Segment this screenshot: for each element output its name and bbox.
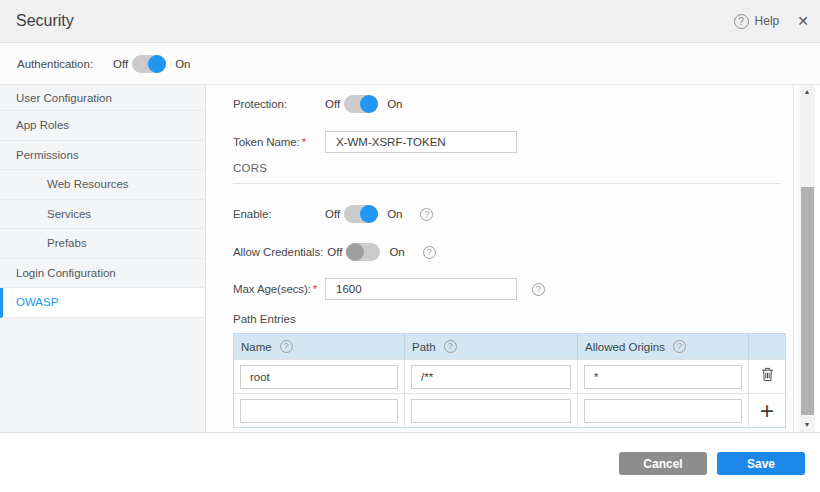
- sidebar-item-app-roles[interactable]: App Roles: [0, 111, 205, 141]
- max-age-input[interactable]: [325, 278, 517, 300]
- allow-credentials-label: Allow Credentials:: [233, 246, 327, 258]
- enable-off-label: Off: [325, 208, 340, 220]
- cors-divider: [233, 183, 781, 184]
- cell-path: [405, 360, 578, 393]
- cell-name: [234, 394, 405, 427]
- cell-path: [405, 394, 578, 427]
- sidebar-item-login-configuration[interactable]: Login Configuration: [0, 259, 205, 289]
- path-entries-table: Name? Path? Allowed Origins? +: [233, 333, 786, 428]
- help-icon[interactable]: ?: [734, 14, 749, 29]
- max-age-row: Max Age(secs):* ?: [233, 278, 545, 300]
- cell-allowed_origins: [578, 360, 749, 393]
- authentication-on-label: On: [175, 58, 190, 70]
- sidebar-item-permissions[interactable]: Permissions: [0, 141, 205, 171]
- enable-help-icon[interactable]: ?: [420, 208, 433, 221]
- sidebar-item-services[interactable]: Services: [0, 200, 205, 230]
- protection-on-label: On: [387, 98, 402, 110]
- scrollbar-track[interactable]: ▲ ▼: [799, 85, 815, 432]
- allow-credentials-off-label: Off: [327, 246, 342, 258]
- name-cell-input[interactable]: [240, 399, 398, 423]
- cell-actions: [749, 360, 785, 393]
- table-row: +: [234, 393, 785, 427]
- authentication-row: Authentication: Off On: [0, 43, 820, 85]
- table-header-actions: [749, 334, 785, 359]
- token-name-label: Token Name:*: [233, 136, 325, 148]
- max-age-help-icon[interactable]: ?: [532, 283, 545, 296]
- allow-credentials-on-label: On: [389, 246, 404, 258]
- dialog-footer: Cancel Save: [0, 432, 820, 492]
- cell-allowed_origins: [578, 394, 749, 427]
- sidebar-item-web-resources[interactable]: Web Resources: [0, 170, 205, 200]
- cell-name: [234, 360, 405, 393]
- protection-label: Protection:: [233, 98, 325, 110]
- cors-enable-row: Enable: Off On ?: [233, 205, 433, 223]
- sidebar-item-owasp[interactable]: OWASP: [0, 288, 205, 318]
- security-dialog: Security ? Help ✕ Authentication: Off On…: [0, 0, 820, 492]
- scroll-up-icon[interactable]: ▲: [799, 85, 815, 99]
- name-cell-input[interactable]: [240, 365, 398, 389]
- max-age-label: Max Age(secs):*: [233, 283, 325, 295]
- path-help-icon[interactable]: ?: [444, 340, 457, 353]
- scrollbar-thumb[interactable]: [801, 187, 814, 415]
- enable-label: Enable:: [233, 208, 325, 220]
- path-entries-label: Path Entries: [233, 313, 296, 325]
- page-title: Security: [16, 12, 74, 30]
- protection-toggle[interactable]: [344, 95, 378, 113]
- name-help-icon[interactable]: ?: [280, 340, 293, 353]
- path-cell-input[interactable]: [411, 365, 571, 389]
- add-row-button[interactable]: +: [760, 399, 774, 423]
- allowed-origins-help-icon[interactable]: ?: [673, 340, 686, 353]
- enable-toggle[interactable]: [344, 205, 378, 223]
- allow-credentials-toggle[interactable]: [346, 243, 380, 261]
- authentication-toggle[interactable]: [132, 55, 166, 73]
- authentication-label: Authentication:: [17, 58, 113, 70]
- allowed_origins-cell-input[interactable]: [584, 365, 742, 389]
- sidebar-item-prefabs[interactable]: Prefabs: [0, 229, 205, 259]
- content-panel: Protection: Off On Token Name:* CORS Ena…: [206, 85, 794, 432]
- token-name-row: Token Name:*: [233, 131, 517, 153]
- table-row: [234, 359, 785, 393]
- close-icon[interactable]: ✕: [797, 14, 809, 28]
- required-asterisk: *: [313, 283, 317, 295]
- table-header-name: Name?: [234, 334, 405, 359]
- protection-row: Protection: Off On: [233, 95, 402, 113]
- trash-icon: [761, 367, 774, 382]
- enable-on-label: On: [387, 208, 402, 220]
- protection-off-label: Off: [325, 98, 340, 110]
- save-button[interactable]: Save: [717, 452, 805, 475]
- scrollbar-zone: ▲ ▼: [794, 85, 820, 432]
- token-name-input[interactable]: [325, 131, 517, 153]
- cell-actions: +: [749, 394, 785, 427]
- cors-section-title: CORS: [233, 162, 267, 174]
- allow-credentials-help-icon[interactable]: ?: [423, 246, 436, 259]
- authentication-off-label: Off: [113, 58, 128, 70]
- allow-credentials-row: Allow Credentials: Off On ?: [233, 243, 436, 261]
- cancel-button[interactable]: Cancel: [619, 452, 707, 475]
- dialog-header: Security ? Help ✕: [0, 0, 820, 43]
- delete-row-button[interactable]: [761, 367, 774, 386]
- table-header-row: Name? Path? Allowed Origins?: [234, 334, 785, 359]
- help-link[interactable]: Help: [755, 14, 780, 28]
- table-header-path: Path?: [405, 334, 578, 359]
- table-header-allowed-origins: Allowed Origins?: [578, 334, 749, 359]
- sidebar-item-user-configuration[interactable]: User Configuration: [0, 85, 205, 111]
- allowed_origins-cell-input[interactable]: [584, 399, 742, 423]
- path-cell-input[interactable]: [411, 399, 571, 423]
- required-asterisk: *: [302, 136, 306, 148]
- scroll-down-icon[interactable]: ▼: [799, 418, 815, 432]
- sidebar: User ConfigurationApp RolesPermissionsWe…: [0, 85, 206, 432]
